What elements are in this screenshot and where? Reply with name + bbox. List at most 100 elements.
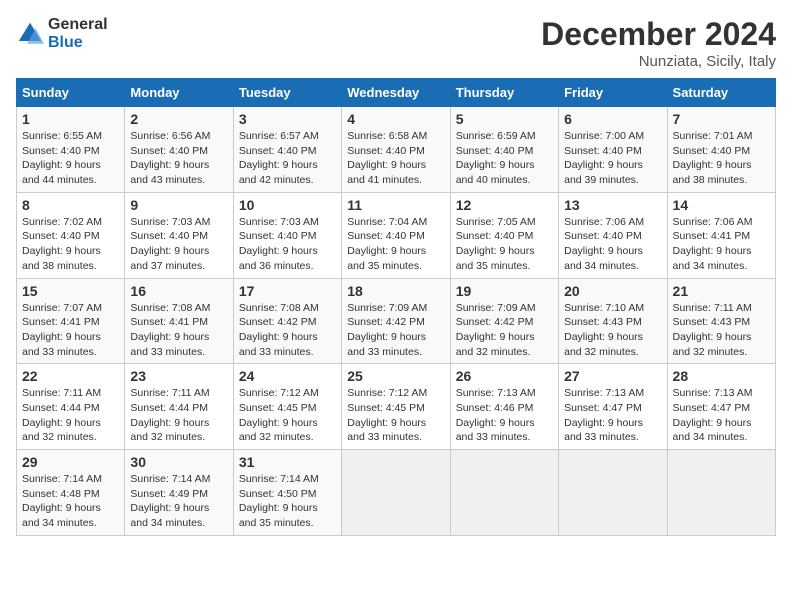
day-info: Sunrise: 7:13 AM Sunset: 4:47 PM Dayligh… — [673, 387, 753, 443]
day-number: 13 — [564, 197, 661, 213]
logo-icon — [16, 20, 44, 48]
day-cell: 2Sunrise: 6:56 AM Sunset: 4:40 PM Daylig… — [125, 107, 233, 193]
col-header-wednesday: Wednesday — [342, 79, 450, 107]
day-cell: 3 Sunrise: 6:57 AM Sunset: 4:40 PM Daylig… — [233, 107, 341, 193]
day-info: Sunrise: 7:14 AM Sunset: 4:49 PM Dayligh… — [130, 473, 210, 529]
day-cell: 23 Sunrise: 7:11 AM Sunset: 4:44 PM Dayli… — [125, 364, 233, 450]
column-headers: SundayMondayTuesdayWednesdayThursdayFrid… — [17, 79, 776, 107]
day-cell — [559, 450, 667, 536]
col-header-saturday: Saturday — [667, 79, 775, 107]
day-info: Sunrise: 7:09 AM Sunset: 4:42 PM Dayligh… — [347, 302, 427, 358]
day-info: Sunrise: 7:09 AM Sunset: 4:42 PM Dayligh… — [456, 302, 536, 358]
day-cell: 18 Sunrise: 7:09 AM Sunset: 4:42 PM Dayli… — [342, 278, 450, 364]
day-info: Sunrise: 7:12 AM Sunset: 4:45 PM Dayligh… — [347, 387, 427, 443]
col-header-monday: Monday — [125, 79, 233, 107]
col-header-friday: Friday — [559, 79, 667, 107]
day-number: 25 — [347, 368, 444, 384]
week-row-4: 22 Sunrise: 7:11 AM Sunset: 4:44 PM Dayli… — [17, 364, 776, 450]
day-info: Sunrise: 7:06 AM Sunset: 4:41 PM Dayligh… — [673, 216, 753, 272]
day-number: 8 — [22, 197, 119, 213]
day-cell: 29 Sunrise: 7:14 AM Sunset: 4:48 PM Dayli… — [17, 450, 125, 536]
day-cell: 1 Sunrise: 6:55 AM Sunset: 4:40 PM Daylig… — [17, 107, 125, 193]
day-cell: 27 Sunrise: 7:13 AM Sunset: 4:47 PM Dayli… — [559, 364, 667, 450]
week-row-3: 15Sunrise: 7:07 AM Sunset: 4:41 PM Dayli… — [17, 278, 776, 364]
day-info: Sunrise: 7:13 AM Sunset: 4:46 PM Dayligh… — [456, 387, 536, 443]
week-row-5: 29 Sunrise: 7:14 AM Sunset: 4:48 PM Dayli… — [17, 450, 776, 536]
day-number: 14 — [673, 197, 770, 213]
day-cell: 30 Sunrise: 7:14 AM Sunset: 4:49 PM Dayli… — [125, 450, 233, 536]
day-info: Sunrise: 7:07 AM Sunset: 4:41 PM Dayligh… — [22, 302, 102, 358]
day-cell: 6 Sunrise: 7:00 AM Sunset: 4:40 PM Daylig… — [559, 107, 667, 193]
col-header-tuesday: Tuesday — [233, 79, 341, 107]
logo: General Blue — [16, 16, 108, 52]
day-cell: 13 Sunrise: 7:06 AM Sunset: 4:40 PM Dayli… — [559, 192, 667, 278]
day-cell: 28 Sunrise: 7:13 AM Sunset: 4:47 PM Dayli… — [667, 364, 775, 450]
day-cell: 17Sunrise: 7:08 AM Sunset: 4:42 PM Dayli… — [233, 278, 341, 364]
day-cell: 31 Sunrise: 7:14 AM Sunset: 4:50 PM Dayli… — [233, 450, 341, 536]
day-cell — [450, 450, 558, 536]
day-number: 2 — [130, 111, 227, 127]
day-cell: 14 Sunrise: 7:06 AM Sunset: 4:41 PM Dayli… — [667, 192, 775, 278]
day-number: 5 — [456, 111, 553, 127]
day-cell: 25 Sunrise: 7:12 AM Sunset: 4:45 PM Dayli… — [342, 364, 450, 450]
page-header: General Blue December 2024 Nunziata, Sic… — [16, 16, 776, 70]
day-info: Sunrise: 7:01 AM Sunset: 4:40 PM Dayligh… — [673, 130, 753, 186]
day-cell: 4Sunrise: 6:58 AM Sunset: 4:40 PM Daylig… — [342, 107, 450, 193]
day-number: 19 — [456, 283, 553, 299]
day-info: Sunrise: 7:11 AM Sunset: 4:43 PM Dayligh… — [673, 302, 752, 358]
day-info: Sunrise: 7:10 AM Sunset: 4:43 PM Dayligh… — [564, 302, 644, 358]
day-info: Sunrise: 6:55 AM Sunset: 4:40 PM Dayligh… — [22, 130, 102, 186]
day-cell: 8 Sunrise: 7:02 AM Sunset: 4:40 PM Daylig… — [17, 192, 125, 278]
title-block: December 2024 Nunziata, Sicily, Italy — [541, 16, 776, 70]
day-number: 6 — [564, 111, 661, 127]
day-number: 16 — [130, 283, 227, 299]
day-info: Sunrise: 7:13 AM Sunset: 4:47 PM Dayligh… — [564, 387, 644, 443]
day-number: 21 — [673, 283, 770, 299]
day-cell: 20Sunrise: 7:10 AM Sunset: 4:43 PM Dayli… — [559, 278, 667, 364]
week-row-1: 1 Sunrise: 6:55 AM Sunset: 4:40 PM Daylig… — [17, 107, 776, 193]
day-cell: 24 Sunrise: 7:12 AM Sunset: 4:45 PM Dayli… — [233, 364, 341, 450]
logo-text: General Blue — [48, 16, 108, 52]
day-cell: 12Sunrise: 7:05 AM Sunset: 4:40 PM Dayli… — [450, 192, 558, 278]
day-number: 3 — [239, 111, 336, 127]
day-info: Sunrise: 6:57 AM Sunset: 4:40 PM Dayligh… — [239, 130, 319, 186]
day-cell: 9Sunrise: 7:03 AM Sunset: 4:40 PM Daylig… — [125, 192, 233, 278]
day-number: 29 — [22, 454, 119, 470]
day-number: 24 — [239, 368, 336, 384]
col-header-thursday: Thursday — [450, 79, 558, 107]
week-row-2: 8 Sunrise: 7:02 AM Sunset: 4:40 PM Daylig… — [17, 192, 776, 278]
day-number: 1 — [22, 111, 119, 127]
day-info: Sunrise: 7:06 AM Sunset: 4:40 PM Dayligh… — [564, 216, 644, 272]
day-number: 27 — [564, 368, 661, 384]
day-number: 31 — [239, 454, 336, 470]
day-info: Sunrise: 7:14 AM Sunset: 4:50 PM Dayligh… — [239, 473, 319, 529]
day-number: 28 — [673, 368, 770, 384]
day-cell — [342, 450, 450, 536]
day-info: Sunrise: 6:59 AM Sunset: 4:40 PM Dayligh… — [456, 130, 536, 186]
day-info: Sunrise: 7:08 AM Sunset: 4:41 PM Dayligh… — [130, 302, 210, 358]
day-number: 30 — [130, 454, 227, 470]
calendar-subtitle: Nunziata, Sicily, Italy — [541, 53, 776, 70]
day-cell: 15Sunrise: 7:07 AM Sunset: 4:41 PM Dayli… — [17, 278, 125, 364]
day-info: Sunrise: 6:58 AM Sunset: 4:40 PM Dayligh… — [347, 130, 427, 186]
col-header-sunday: Sunday — [17, 79, 125, 107]
day-cell: 22Sunrise: 7:11 AM Sunset: 4:44 PM Dayli… — [17, 364, 125, 450]
day-number: 22 — [22, 368, 119, 384]
day-number: 23 — [130, 368, 227, 384]
day-info: Sunrise: 7:03 AM Sunset: 4:40 PM Dayligh… — [130, 216, 210, 272]
calendar-title: December 2024 — [541, 16, 776, 53]
day-info: Sunrise: 7:00 AM Sunset: 4:40 PM Dayligh… — [564, 130, 644, 186]
day-cell: 16 Sunrise: 7:08 AM Sunset: 4:41 PM Dayli… — [125, 278, 233, 364]
day-number: 12 — [456, 197, 553, 213]
day-number: 18 — [347, 283, 444, 299]
day-cell: 7 Sunrise: 7:01 AM Sunset: 4:40 PM Daylig… — [667, 107, 775, 193]
day-info: Sunrise: 7:12 AM Sunset: 4:45 PM Dayligh… — [239, 387, 319, 443]
day-number: 11 — [347, 197, 444, 213]
day-info: Sunrise: 7:14 AM Sunset: 4:48 PM Dayligh… — [22, 473, 102, 529]
day-info: Sunrise: 7:03 AM Sunset: 4:40 PM Dayligh… — [239, 216, 319, 272]
day-number: 7 — [673, 111, 770, 127]
day-info: Sunrise: 7:11 AM Sunset: 4:44 PM Dayligh… — [130, 387, 209, 443]
day-info: Sunrise: 7:08 AM Sunset: 4:42 PM Dayligh… — [239, 302, 319, 358]
day-info: Sunrise: 7:02 AM Sunset: 4:40 PM Dayligh… — [22, 216, 102, 272]
day-cell: 5 Sunrise: 6:59 AM Sunset: 4:40 PM Daylig… — [450, 107, 558, 193]
